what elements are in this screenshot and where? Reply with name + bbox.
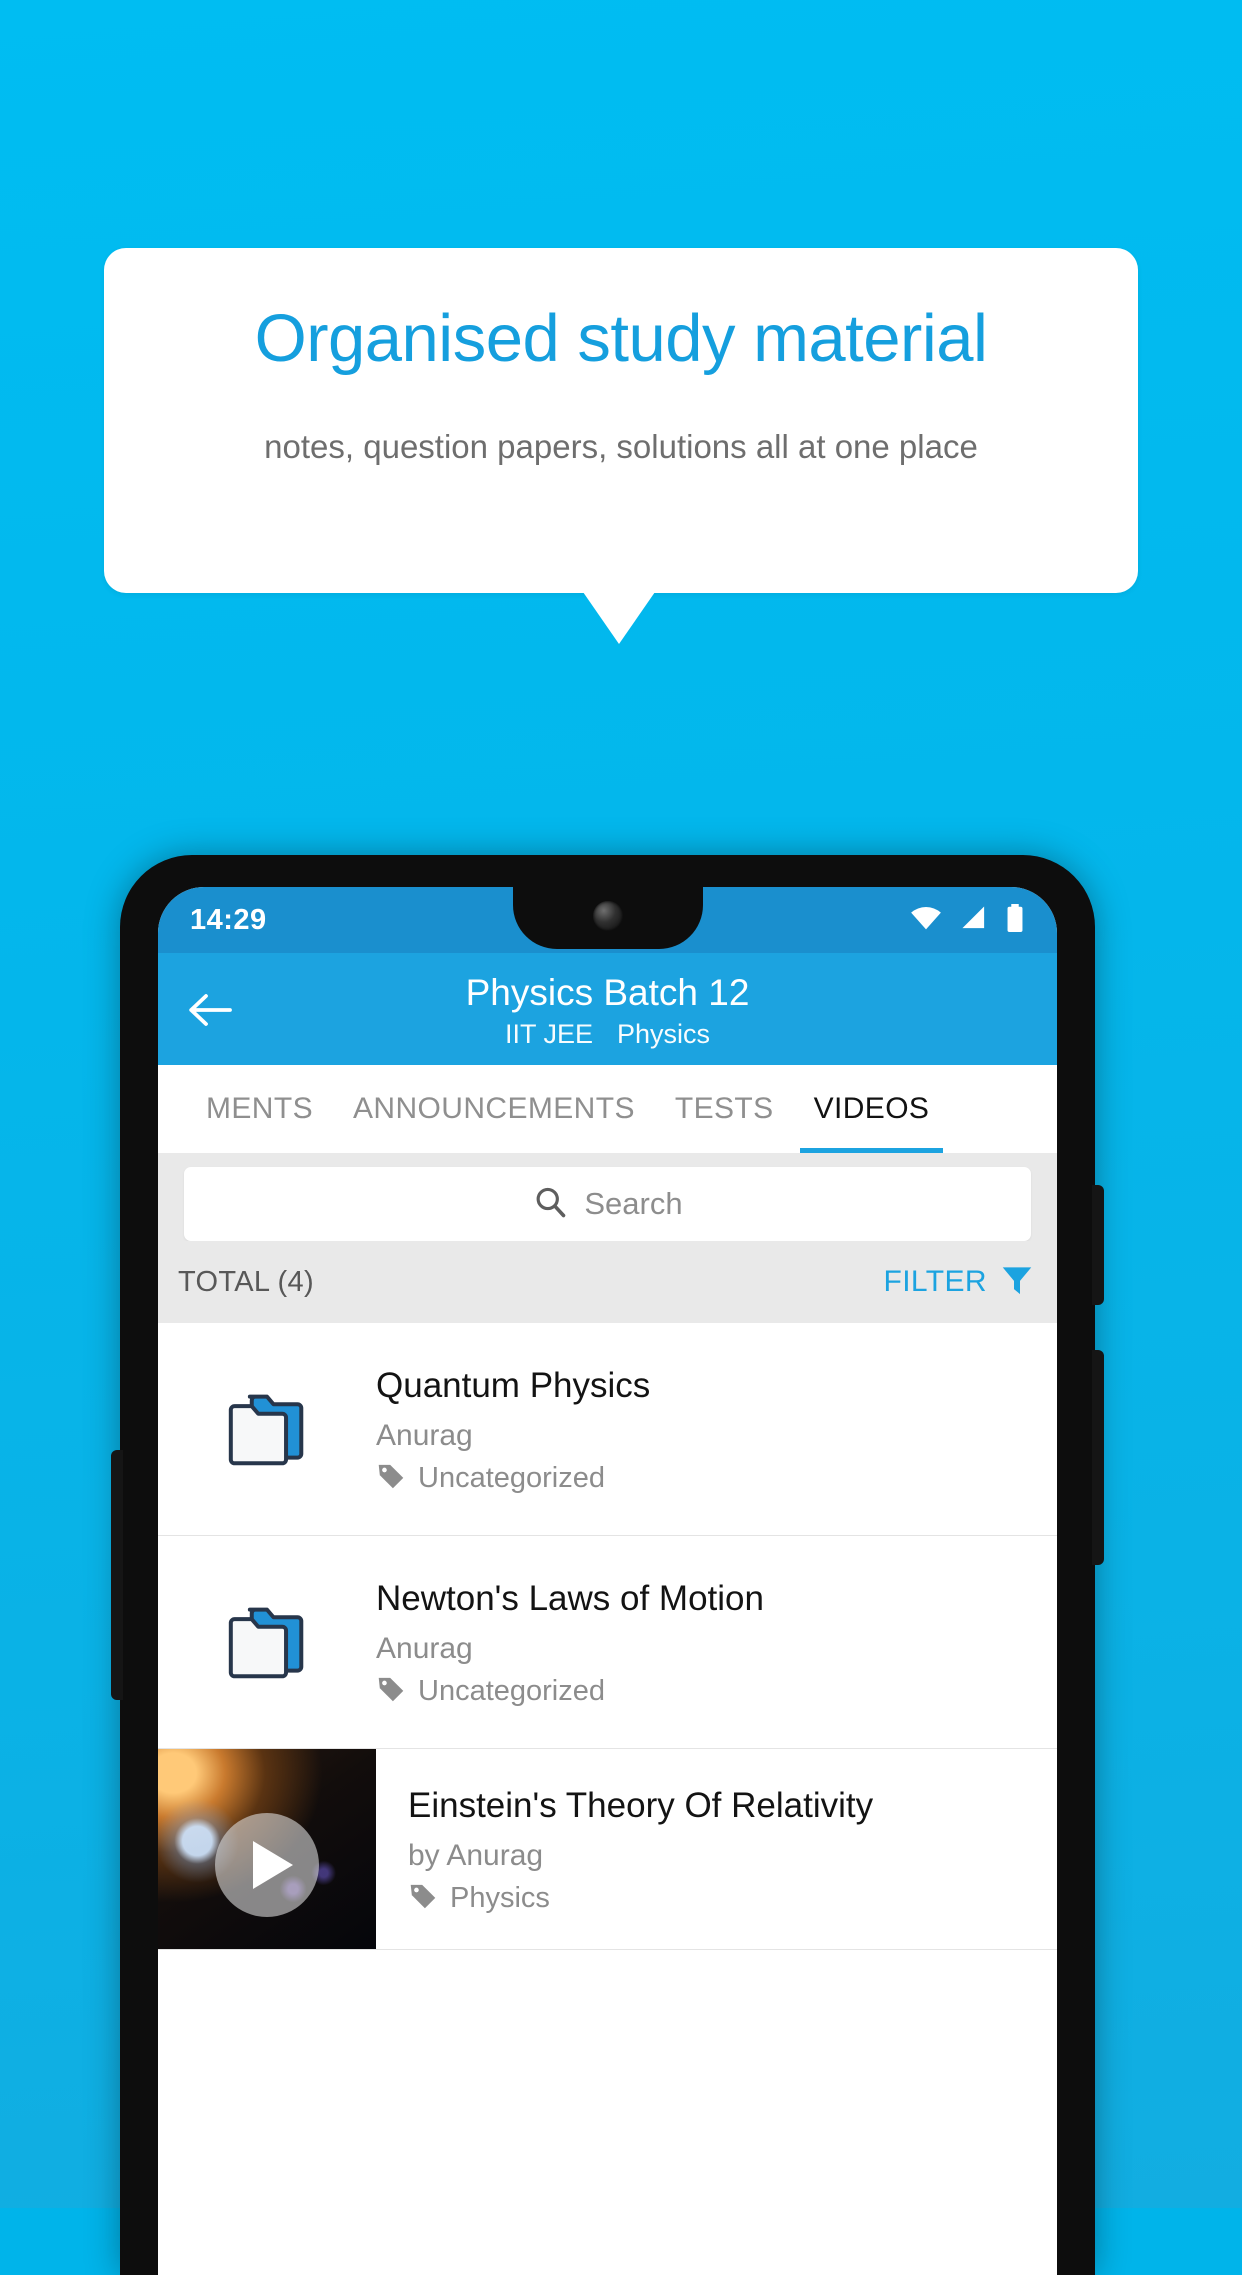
front-camera-icon [592, 901, 623, 931]
promo-title: Organised study material [254, 301, 988, 376]
list-item-tag: Uncategorized [376, 1674, 1037, 1709]
page-title: Physics Batch 12 [465, 972, 750, 1013]
list-item-title: Quantum Physics [376, 1365, 651, 1405]
folder-icon [158, 1602, 376, 1682]
list-header: TOTAL (4) FILTER [158, 1241, 1057, 1323]
list-item-tag-text: Uncategorized [418, 1674, 605, 1707]
tab-videos[interactable]: VIDEOS [794, 1065, 950, 1153]
app-bar-titles: Physics Batch 12 IIT JEE Physics [158, 966, 1057, 1052]
tab-bar: MENTS ANNOUNCEMENTS TESTS VIDEOS [158, 1065, 1057, 1153]
search-input[interactable]: Search [184, 1167, 1031, 1241]
list-item-title: Newton's Laws of Motion [376, 1578, 764, 1618]
phone-mockup: 14:29 Physics Batch 12 IIT JEE Physics M… [111, 855, 1104, 2275]
folder-icon [158, 1389, 376, 1469]
filter-label: FILTER [883, 1265, 987, 1298]
tag-icon [376, 1461, 406, 1496]
list-item[interactable]: Newton's Laws of Motion Anurag Uncategor… [158, 1536, 1057, 1749]
phone-screen: 14:29 Physics Batch 12 IIT JEE Physics M… [158, 887, 1057, 2275]
tag-icon [408, 1881, 438, 1916]
list-item-author: Anurag [376, 1418, 473, 1452]
battery-icon [1005, 903, 1025, 937]
video-thumbnail[interactable] [158, 1749, 376, 1949]
status-bar-time: 14:29 [190, 903, 267, 936]
tag-icon [376, 1674, 406, 1709]
play-icon[interactable] [215, 1813, 319, 1917]
search-zone: Search [158, 1153, 1057, 1241]
total-count-label: TOTAL (4) [178, 1265, 314, 1298]
phone-button-left [111, 1450, 123, 1700]
wifi-icon [909, 905, 943, 936]
list-item-tag: Physics [408, 1881, 1037, 1916]
search-icon [532, 1184, 568, 1225]
promo-subtitle: notes, question papers, solutions all at… [264, 428, 978, 465]
list-item-author: by Anurag [408, 1839, 544, 1872]
list-item-tag-text: Uncategorized [418, 1461, 605, 1494]
tab-tests[interactable]: TESTS [655, 1065, 794, 1153]
status-bar-icons [909, 903, 1025, 937]
promo-card: Organised study material notes, question… [104, 248, 1138, 593]
list-item-body: Einstein's Theory Of Relativity by Anura… [376, 1749, 1057, 1949]
page-subtitle: IIT JEE Physics [158, 1016, 1057, 1052]
signal-icon [959, 905, 989, 936]
app-bar: Physics Batch 12 IIT JEE Physics [158, 953, 1057, 1065]
content-list: Quantum Physics Anurag Uncategorized New… [158, 1323, 1057, 1950]
list-item-author: Anurag [376, 1631, 473, 1665]
list-item-tag-text: Physics [450, 1882, 550, 1914]
list-item-body: Quantum Physics Anurag Uncategorized [376, 1363, 1057, 1496]
list-item[interactable]: Einstein's Theory Of Relativity by Anura… [158, 1749, 1057, 1950]
phone-button-volume [1092, 1350, 1104, 1565]
list-item[interactable]: Quantum Physics Anurag Uncategorized [158, 1323, 1057, 1536]
promo-card-tail [583, 592, 655, 644]
list-item-body: Newton's Laws of Motion Anurag Uncategor… [376, 1576, 1057, 1709]
phone-notch [512, 887, 703, 949]
phone-button-power [1092, 1185, 1104, 1305]
status-bar: 14:29 [158, 887, 1057, 953]
list-item-tag: Uncategorized [376, 1461, 1037, 1496]
breadcrumb-subject: Physics [617, 1019, 711, 1049]
tab-assignments[interactable]: MENTS [186, 1065, 333, 1153]
filter-funnel-icon [999, 1262, 1035, 1303]
filter-button[interactable]: FILTER [883, 1262, 1035, 1303]
breadcrumb-exam: IIT JEE [504, 1019, 593, 1049]
tab-announcements[interactable]: ANNOUNCEMENTS [333, 1065, 655, 1153]
search-placeholder: Search [584, 1186, 683, 1221]
list-item-title: Einstein's Theory Of Relativity [408, 1786, 874, 1825]
